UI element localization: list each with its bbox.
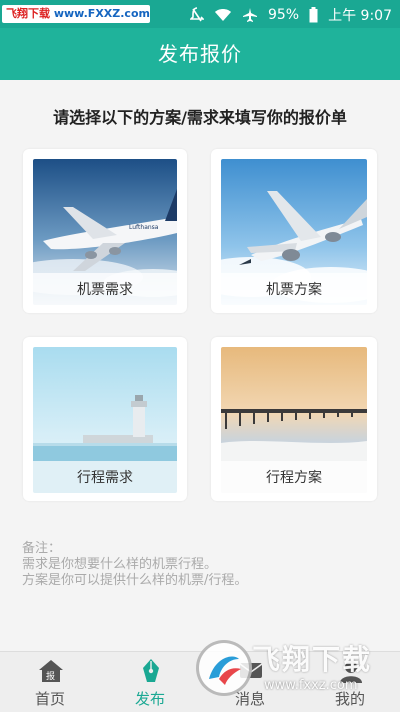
status-bar: 飞翔下载 www.FXXZ.com 95% 上午 9:07 bbox=[0, 0, 400, 28]
watermark-logo-icon bbox=[196, 640, 252, 696]
home-icon: 报 bbox=[38, 658, 64, 684]
watermark-brand: 飞翔下载 bbox=[6, 7, 50, 20]
note-title: 备注： bbox=[22, 541, 62, 556]
svg-text:Lufthansa: Lufthansa bbox=[129, 224, 159, 231]
card-label: 行程需求 bbox=[33, 461, 177, 495]
battery-percent: 95% bbox=[267, 7, 300, 23]
nav-label-publish: 发布 bbox=[134, 690, 165, 708]
page-title: 发布报价 bbox=[0, 28, 400, 80]
mute-icon bbox=[189, 7, 204, 23]
watermark-bottom: 飞翔下载 www.fxxz.com bbox=[190, 630, 395, 710]
wifi-icon bbox=[214, 8, 232, 22]
watermark-url: www.FXXZ.com bbox=[53, 7, 150, 20]
note-line-demand: 需求是你想要什么样的机票行程。 bbox=[22, 557, 218, 572]
airplane-mode-icon bbox=[242, 7, 258, 23]
watermark-name: 飞翔下载 bbox=[252, 643, 373, 676]
card-flight-demand[interactable]: Lufthansa 机票需求 bbox=[23, 149, 187, 313]
note-line-plan: 方案是你可以提供什么样的机票/行程。 bbox=[22, 573, 248, 588]
card-label: 机票方案 bbox=[221, 273, 367, 307]
battery-icon bbox=[309, 7, 318, 23]
pen-icon bbox=[138, 658, 164, 684]
card-flight-plan[interactable]: 机票方案 bbox=[211, 149, 377, 313]
instruction-text: 请选择以下的方案/需求来填写你的报价单 bbox=[53, 108, 347, 127]
note-block: 备注： 需求是你想要什么样的机票行程。 方案是你可以提供什么样的机票/行程。 bbox=[22, 541, 247, 589]
nav-item-publish[interactable]: 发布 bbox=[100, 652, 200, 712]
card-label: 机票需求 bbox=[33, 273, 177, 307]
card-trip-plan[interactable]: 行程方案 bbox=[211, 337, 377, 501]
card-label: 行程方案 bbox=[221, 461, 367, 495]
watermark-url-bottom: www.fxxz.com bbox=[264, 678, 358, 693]
watermark-top: 飞翔下载 www.FXXZ.com bbox=[2, 5, 150, 23]
clock: 上午 9:07 bbox=[328, 8, 392, 24]
svg-text:报: 报 bbox=[46, 670, 55, 682]
nav-label-home: 首页 bbox=[34, 690, 65, 708]
card-trip-demand[interactable]: 行程需求 bbox=[23, 337, 187, 501]
nav-item-home[interactable]: 报 首页 bbox=[0, 652, 100, 712]
